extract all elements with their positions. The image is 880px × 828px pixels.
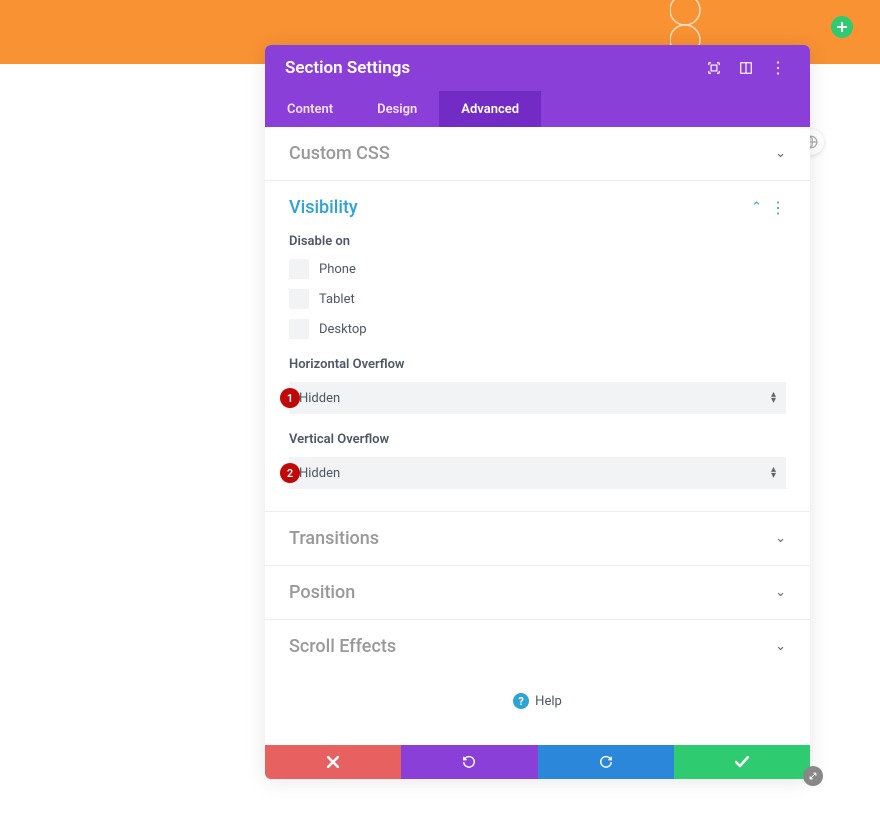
resize-icon <box>808 771 818 781</box>
panel-title: Transitions <box>289 528 775 549</box>
select-value: Hidden <box>299 391 340 406</box>
visibility-body: Disable on Phone Tablet Desktop <box>265 234 810 511</box>
check-label: Phone <box>319 262 356 277</box>
check-row-tablet: Tablet <box>289 289 786 309</box>
panel-header-position[interactable]: Position ⌄ <box>265 566 810 619</box>
chevron-down-icon: ⌄ <box>775 639 786 654</box>
redo-button[interactable] <box>538 745 674 779</box>
checkbox-tablet[interactable] <box>289 289 309 309</box>
layout-button[interactable] <box>734 56 758 80</box>
redo-icon <box>599 755 613 769</box>
expand-button[interactable] <box>702 56 726 80</box>
horizontal-overflow-label: Horizontal Overflow <box>289 357 786 372</box>
undo-icon <box>462 755 476 769</box>
modal-title: Section Settings <box>285 58 694 78</box>
check-label: Desktop <box>319 322 367 337</box>
panel-scroll-effects: Scroll Effects ⌄ <box>265 620 810 673</box>
modal-footer <box>265 745 810 779</box>
panel-header-visibility[interactable]: Visibility ⌃ ⋮ <box>265 181 810 234</box>
help-row[interactable]: ? Help <box>265 673 810 721</box>
panel-header-custom-css[interactable]: Custom CSS ⌄ <box>265 127 810 180</box>
badge-1: 1 <box>280 388 300 408</box>
tabs: Content Design Advanced <box>265 91 810 127</box>
help-icon: ? <box>513 693 529 709</box>
panel-header-scroll-effects[interactable]: Scroll Effects ⌄ <box>265 620 810 673</box>
close-icon <box>327 756 339 768</box>
panel-header-transitions[interactable]: Transitions ⌄ <box>265 512 810 565</box>
check-row-phone: Phone <box>289 259 786 279</box>
more-vertical-icon: ⋮ <box>770 65 786 71</box>
tab-content[interactable]: Content <box>265 91 355 127</box>
expand-icon <box>707 61 721 75</box>
tab-advanced[interactable]: Advanced <box>439 91 541 127</box>
checkbox-phone[interactable] <box>289 259 309 279</box>
panel-title: Custom CSS <box>289 143 775 164</box>
chevron-down-icon: ⌄ <box>775 585 786 600</box>
plus-icon <box>837 22 847 32</box>
cancel-button[interactable] <box>265 745 401 779</box>
check-row-desktop: Desktop <box>289 319 786 339</box>
vertical-overflow-row: 2 Hidden ▴▾ <box>289 457 786 489</box>
panel-position: Position ⌄ <box>265 566 810 620</box>
add-button[interactable] <box>831 16 853 38</box>
vertical-overflow-select[interactable]: Hidden ▴▾ <box>289 457 786 489</box>
panel-title: Visibility <box>289 197 751 218</box>
modal-body: Custom CSS ⌄ Visibility ⌃ ⋮ Disable on P… <box>265 127 810 745</box>
more-button[interactable]: ⋮ <box>766 56 790 80</box>
disable-on-label: Disable on <box>289 234 786 249</box>
vertical-overflow-label: Vertical Overflow <box>289 432 786 447</box>
modal-header: Section Settings ⋮ <box>265 45 810 91</box>
disable-on-checks: Phone Tablet Desktop <box>289 259 786 339</box>
check-label: Tablet <box>319 292 355 307</box>
check-icon <box>735 756 749 768</box>
help-label: Help <box>535 694 562 709</box>
chevron-up-icon: ⌃ <box>751 200 762 215</box>
tab-design[interactable]: Design <box>355 91 439 127</box>
chevron-down-icon: ⌄ <box>775 146 786 161</box>
settings-modal: Section Settings ⋮ Content Design Advanc… <box>265 45 810 779</box>
horizontal-overflow-select[interactable]: Hidden ▴▾ <box>289 382 786 414</box>
undo-button[interactable] <box>401 745 537 779</box>
panel-custom-css: Custom CSS ⌄ <box>265 127 810 181</box>
more-vertical-icon[interactable]: ⋮ <box>770 200 786 216</box>
panel-visibility: Visibility ⌃ ⋮ Disable on Phone Tablet <box>265 181 810 512</box>
select-caret-icon: ▴▾ <box>771 467 776 479</box>
horizontal-overflow-row: 1 Hidden ▴▾ <box>289 382 786 414</box>
panel-transitions: Transitions ⌄ <box>265 512 810 566</box>
select-value: Hidden <box>299 466 340 481</box>
resize-handle[interactable] <box>803 766 823 786</box>
panel-title: Scroll Effects <box>289 636 775 657</box>
badge-2: 2 <box>280 463 300 483</box>
chevron-down-icon: ⌄ <box>775 531 786 546</box>
checkbox-desktop[interactable] <box>289 319 309 339</box>
select-caret-icon: ▴▾ <box>771 392 776 404</box>
save-button[interactable] <box>674 745 810 779</box>
panel-title: Position <box>289 582 775 603</box>
layout-icon <box>739 61 753 75</box>
